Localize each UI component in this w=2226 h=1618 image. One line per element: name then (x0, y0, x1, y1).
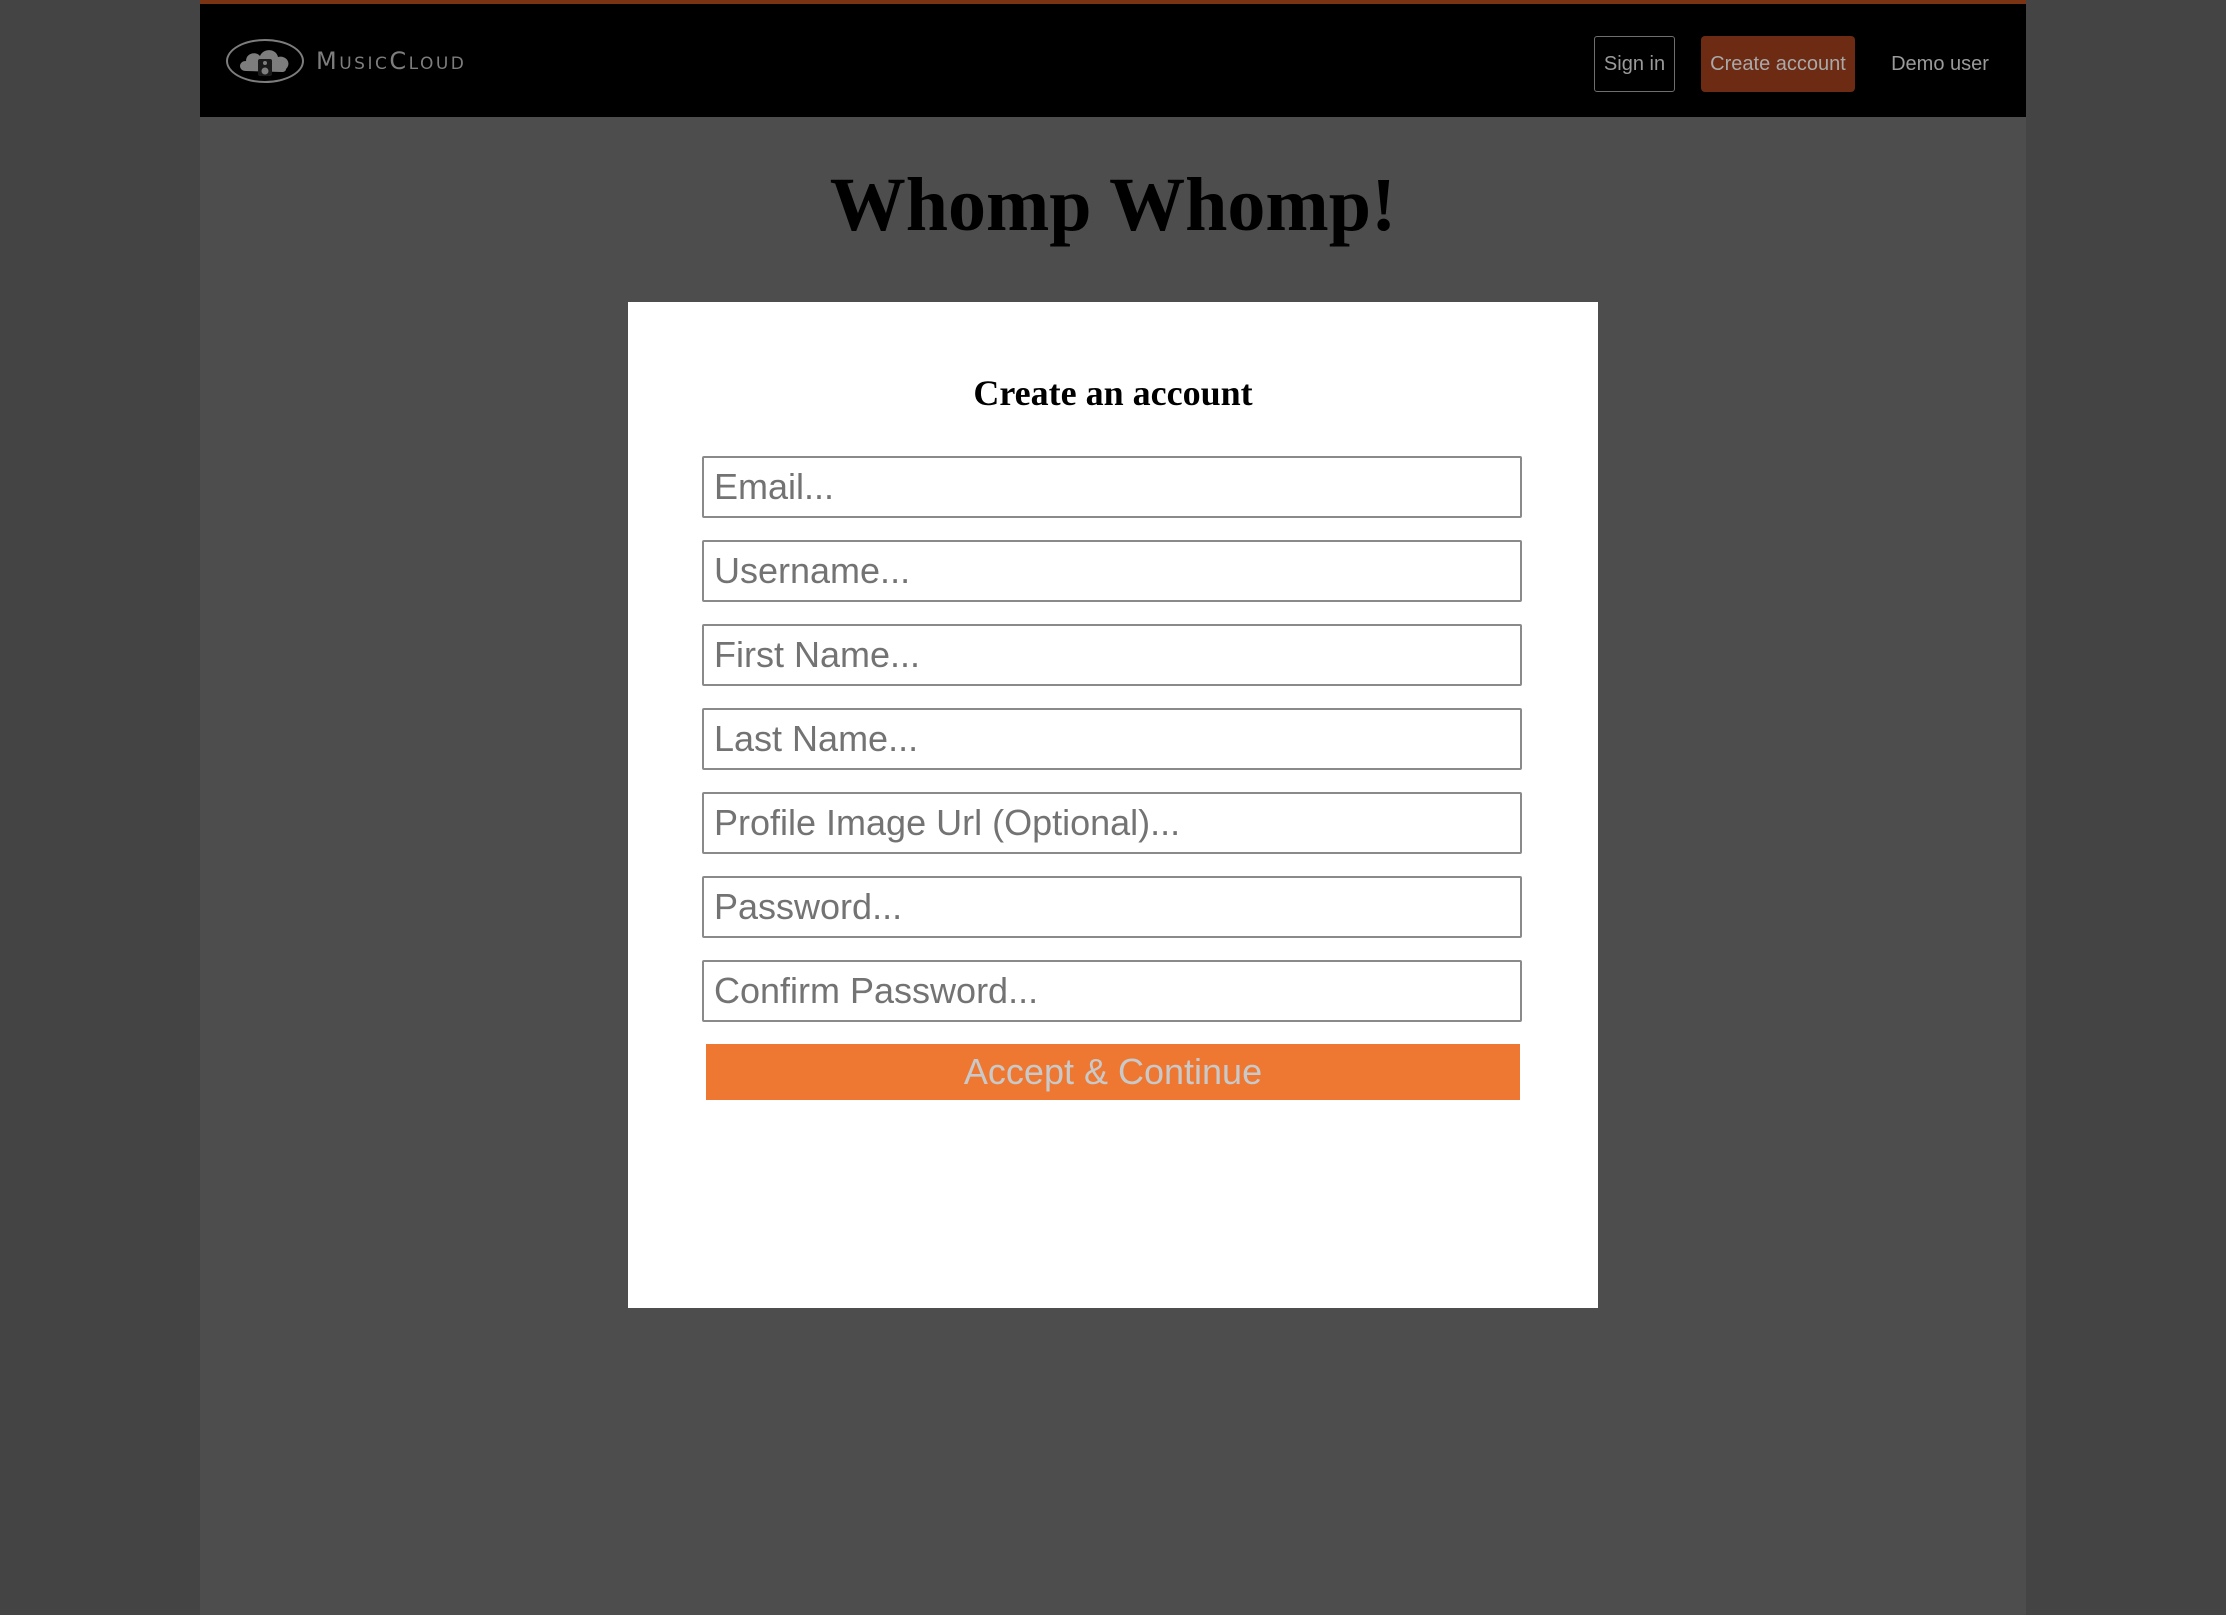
profile-image-url-field[interactable] (702, 792, 1522, 854)
logo[interactable]: MusicCloud (226, 36, 466, 86)
first-name-field[interactable] (702, 624, 1522, 686)
navbar: MusicCloud Sign in Create account Demo u… (200, 0, 2026, 117)
sign-in-button[interactable]: Sign in (1594, 36, 1675, 92)
email-field[interactable] (702, 456, 1522, 518)
app-root: MusicCloud Sign in Create account Demo u… (0, 0, 2226, 1618)
create-account-button[interactable]: Create account (1701, 36, 1855, 92)
form-title: Create an account (973, 373, 1253, 413)
password-field[interactable] (702, 876, 1522, 938)
username-field[interactable] (702, 540, 1522, 602)
last-name-field[interactable] (702, 708, 1522, 770)
cloud-speaker-icon (226, 39, 304, 83)
demo-user-button[interactable]: Demo user (1882, 36, 1998, 92)
logo-text: MusicCloud (316, 47, 467, 75)
signup-modal: Create an account Accept & Continue (628, 302, 1598, 1308)
accept-continue-button[interactable]: Accept & Continue (706, 1044, 1520, 1100)
confirm-password-field[interactable] (702, 960, 1522, 1022)
page-title: Whomp Whomp! (829, 163, 1397, 247)
